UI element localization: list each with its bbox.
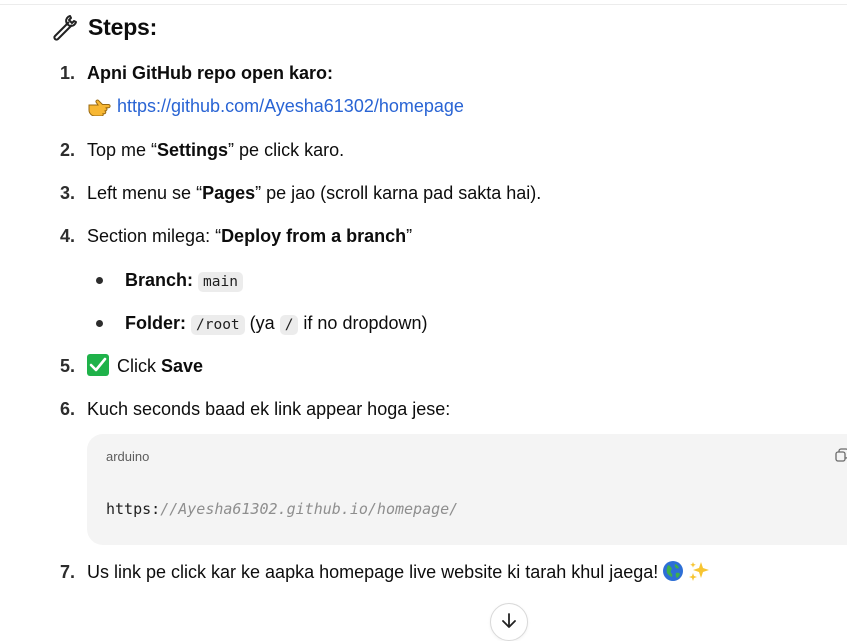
scroll-down-button[interactable] bbox=[490, 603, 528, 641]
inline-code: /root bbox=[191, 315, 245, 335]
step-number: 2. bbox=[59, 140, 75, 160]
repo-link-line: https://github.com/Ayesha61302/homepage bbox=[87, 94, 464, 118]
copy-icon[interactable] bbox=[835, 448, 847, 462]
step-text: Us link pe click kar ke aapka homepage l… bbox=[87, 560, 710, 584]
globe-icon bbox=[662, 560, 684, 582]
step-number: 5. bbox=[59, 356, 75, 376]
step-text: Top me “Settings” pe click karo. bbox=[87, 140, 345, 160]
chat-response: Steps: 1. Apni GitHub repo open karo: ht… bbox=[0, 0, 847, 641]
step-number: 7. bbox=[59, 562, 75, 582]
step-number: 3. bbox=[59, 183, 75, 203]
code-content: https://Ayesha61302.github.io/homepage/ bbox=[106, 500, 459, 518]
step-text: Kuch seconds baad ek link appear hoga je… bbox=[87, 399, 451, 419]
code-block: arduino https://Ayesha61302.github.io/ho… bbox=[87, 434, 847, 545]
divider bbox=[0, 4, 847, 5]
step-number: 4. bbox=[59, 226, 75, 246]
bullet-dot bbox=[96, 320, 103, 327]
inline-code: / bbox=[279, 315, 299, 335]
step-text: Left menu se “Pages” pe jao (scroll karn… bbox=[87, 183, 542, 203]
check-mark-icon bbox=[87, 354, 109, 376]
step-text: Click Save bbox=[87, 354, 203, 378]
bullet-label: Branch: bbox=[125, 270, 194, 290]
code-language-label: arduino bbox=[106, 449, 150, 464]
wrench-icon bbox=[50, 12, 80, 42]
section-heading: Steps: bbox=[50, 12, 157, 42]
step-number: 1. bbox=[59, 63, 75, 83]
step-text: Section milega: “Deploy from a branch” bbox=[87, 226, 413, 246]
sparkles-icon bbox=[688, 560, 710, 582]
heading-text: Steps: bbox=[88, 13, 158, 40]
code-comment: //Ayesha61302.github.io/homepage/ bbox=[160, 500, 459, 518]
bullet-label: Folder: bbox=[125, 313, 186, 333]
step-number: 6. bbox=[59, 399, 75, 419]
repo-link[interactable]: https://github.com/Ayesha61302/homepage bbox=[117, 94, 464, 118]
step-text: Apni GitHub repo open karo: bbox=[87, 63, 333, 83]
bullet-dot bbox=[96, 277, 103, 284]
pointing-hand-icon bbox=[87, 96, 111, 117]
inline-code: main bbox=[198, 272, 243, 292]
